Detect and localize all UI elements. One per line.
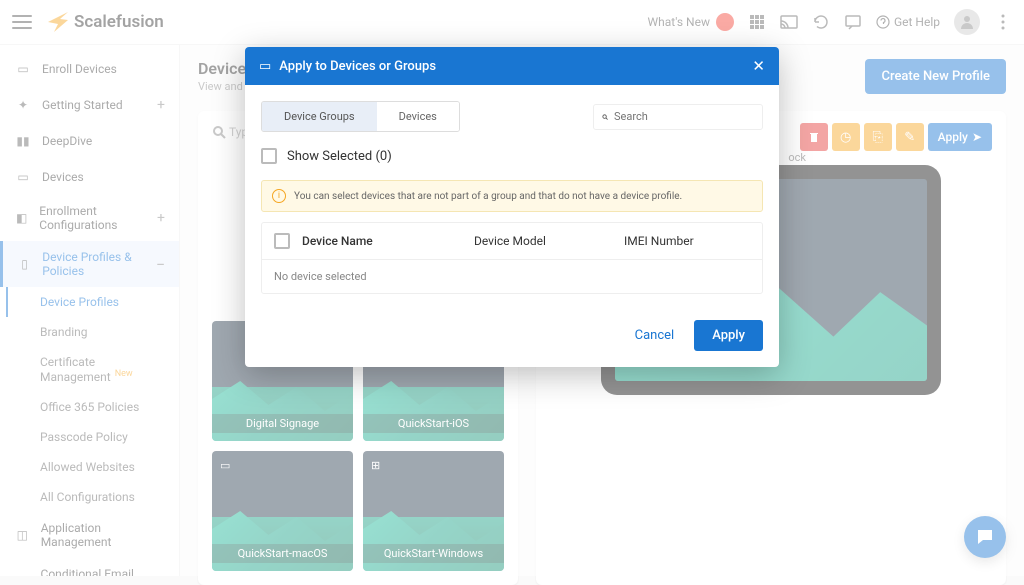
devices-icon: ▭ [259, 59, 271, 74]
info-banner: i You can select devices that are not pa… [261, 180, 763, 212]
cancel-button[interactable]: Cancel [625, 320, 685, 351]
modal-footer: Cancel Apply [245, 310, 779, 367]
tab-device-groups[interactable]: Device Groups [262, 102, 377, 131]
close-icon[interactable]: ✕ [752, 57, 765, 75]
device-table: Device Name Device Model IMEI Number No … [261, 222, 763, 294]
show-selected[interactable]: Show Selected (0) [261, 148, 763, 164]
modal-title: Apply to Devices or Groups [279, 59, 436, 74]
modal-body: Device Groups Devices Show Selected (0) … [245, 85, 779, 310]
table-header: Device Name Device Model IMEI Number [262, 223, 762, 260]
info-icon: i [272, 189, 286, 203]
checkbox-icon[interactable] [261, 148, 277, 164]
apply-button[interactable]: Apply [694, 320, 763, 351]
search-icon [602, 110, 608, 124]
checkbox-icon[interactable] [274, 233, 290, 249]
modal-tabs: Device Groups Devices [261, 101, 460, 132]
modal-header: ▭ Apply to Devices or Groups ✕ [245, 47, 779, 85]
modal-search-input[interactable] [614, 110, 754, 123]
modal-search[interactable] [593, 104, 763, 130]
apply-modal: ▭ Apply to Devices or Groups ✕ Device Gr… [245, 47, 779, 367]
empty-state: No device selected [262, 260, 762, 293]
tab-devices[interactable]: Devices [377, 102, 459, 131]
